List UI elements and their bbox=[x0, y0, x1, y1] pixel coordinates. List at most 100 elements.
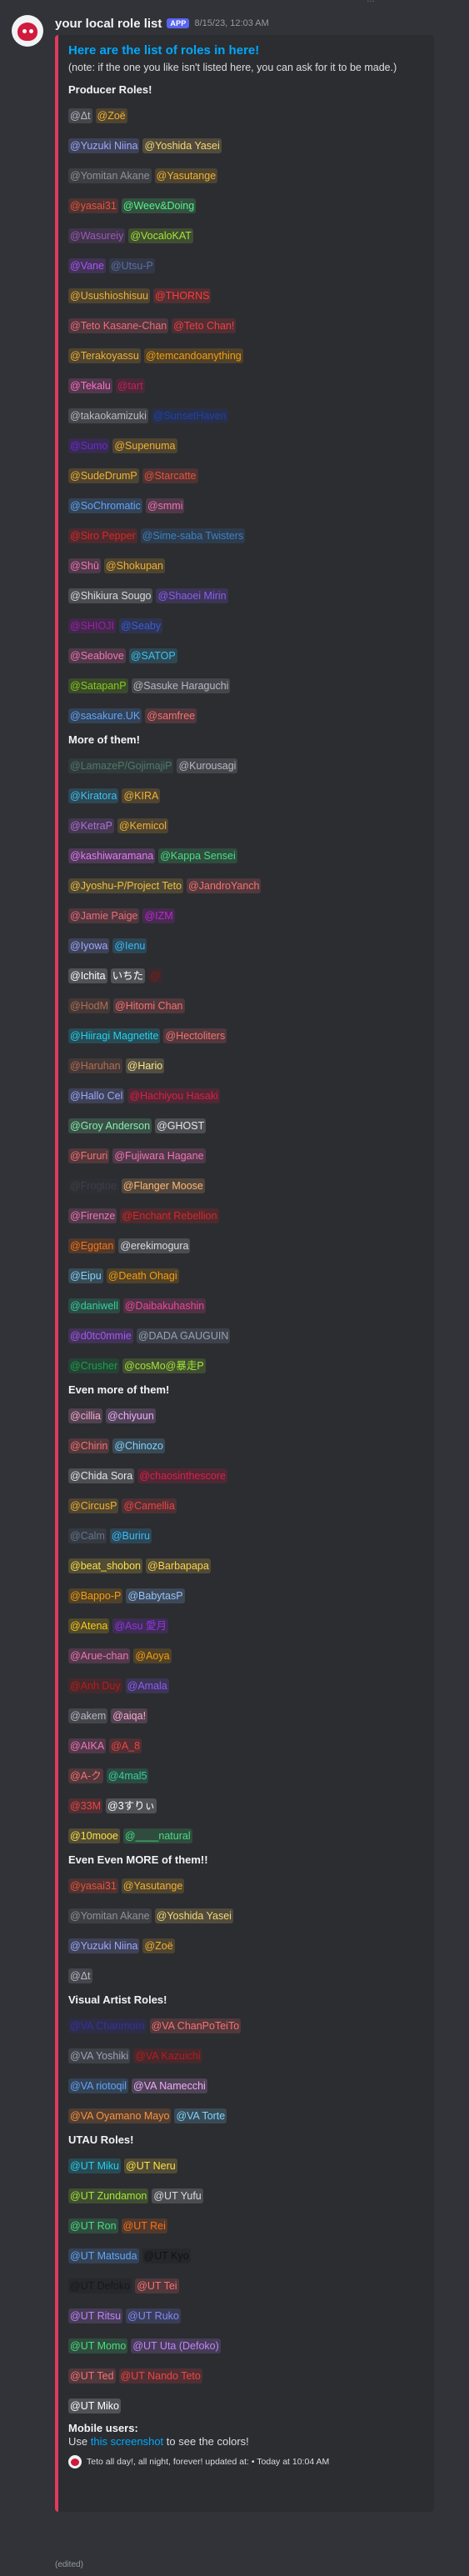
role-mention[interactable]: @Asu 愛月 bbox=[112, 1618, 169, 1633]
role-mention[interactable]: @Teto Chan! bbox=[172, 318, 237, 333]
role-mention[interactable]: @Kappa Sensei bbox=[158, 848, 237, 863]
role-mention[interactable]: @VA Torte bbox=[174, 2108, 227, 2123]
role-mention[interactable]: @Anh Duy bbox=[68, 1678, 122, 1693]
role-mention[interactable]: @cosMo@暴走P bbox=[122, 1358, 206, 1373]
role-mention[interactable]: @HodM bbox=[68, 998, 111, 1013]
username[interactable]: your local role list bbox=[55, 17, 162, 31]
role-mention[interactable]: @Hachiyou Hasaki bbox=[127, 1088, 220, 1103]
role-mention[interactable]: @KIRA bbox=[122, 788, 161, 803]
role-mention[interactable]: @Amala bbox=[125, 1678, 169, 1693]
role-mention[interactable]: @10mooe bbox=[68, 1828, 120, 1843]
screenshot-link[interactable]: this screenshot bbox=[91, 2435, 163, 2448]
role-mention[interactable]: @Hectoliters bbox=[163, 1028, 227, 1043]
role-mention[interactable]: @UT Matsuda bbox=[68, 2248, 139, 2263]
role-mention[interactable]: @Vane bbox=[68, 258, 106, 273]
role-mention[interactable]: @Δt bbox=[68, 1968, 92, 1983]
role-mention[interactable]: @Shū bbox=[68, 558, 101, 573]
role-mention[interactable]: @UT Momo bbox=[68, 2338, 128, 2353]
role-mention[interactable]: @VA Kazuichi bbox=[133, 2048, 202, 2063]
role-mention[interactable]: @Tekalu bbox=[68, 378, 112, 393]
role-mention[interactable]: @UT Ted bbox=[68, 2368, 116, 2383]
role-mention[interactable]: @Hario bbox=[125, 1058, 165, 1073]
role-mention[interactable]: @Yoshida Yasei bbox=[142, 138, 222, 153]
role-mention[interactable]: @UT Ron bbox=[68, 2218, 118, 2233]
role-mention[interactable]: @BabytasP bbox=[126, 1588, 185, 1603]
role-mention[interactable]: @Siro Pepper bbox=[68, 528, 137, 543]
role-mention[interactable]: @SoChromatic bbox=[68, 498, 142, 513]
role-mention[interactable]: @Frogtoe bbox=[68, 1178, 118, 1193]
role-mention[interactable]: @____natural bbox=[122, 1828, 192, 1843]
role-mention[interactable]: @Yoshida Yasei bbox=[154, 1908, 233, 1923]
role-mention[interactable]: @Death Ohagi bbox=[106, 1268, 179, 1283]
role-mention[interactable]: @kashiwaramana bbox=[68, 848, 156, 863]
role-mention[interactable]: @VocaloKAT bbox=[128, 228, 193, 243]
role-mention[interactable]: @Yasutange bbox=[154, 168, 218, 183]
role-mention[interactable]: @Eggtan bbox=[68, 1238, 116, 1253]
role-mention[interactable]: @Enchant Rebellion bbox=[120, 1208, 219, 1223]
role-mention[interactable]: @Yuzuki Niina bbox=[68, 138, 140, 153]
role-mention[interactable]: @Wasureiy bbox=[68, 228, 126, 243]
role-mention[interactable]: @SHIOJI bbox=[68, 618, 116, 633]
role-mention[interactable]: @Usushioshisuu bbox=[68, 288, 150, 303]
role-mention[interactable]: @Ichita bbox=[68, 968, 107, 983]
role-mention[interactable]: @sasakure.UK bbox=[68, 708, 142, 723]
role-mention[interactable]: @Eipu bbox=[68, 1268, 103, 1283]
role-mention[interactable]: @d0tc0mmie bbox=[68, 1328, 133, 1343]
role-mention[interactable]: @VA Namecchi bbox=[132, 2078, 207, 2093]
role-mention[interactable]: @Crusher bbox=[68, 1358, 120, 1373]
role-mention[interactable]: @SunsetHaven bbox=[151, 408, 228, 423]
role-mention[interactable]: @Zoë bbox=[142, 1938, 175, 1953]
role-mention[interactable]: @smmi bbox=[145, 498, 185, 513]
role-mention[interactable]: @Daibakuhashin bbox=[122, 1298, 207, 1313]
role-mention[interactable]: @4mal5 bbox=[106, 1768, 149, 1783]
role-mention[interactable]: @Hitomi Chan bbox=[113, 998, 185, 1013]
message-timestamp[interactable]: 8/15/23, 12:03 AM bbox=[194, 18, 268, 28]
role-mention[interactable]: @Weev&Doing bbox=[121, 198, 197, 213]
role-mention[interactable]: @Teto Kasane-Chan bbox=[68, 318, 169, 333]
role-mention[interactable]: @UT Yufu bbox=[152, 2188, 203, 2203]
embed-title[interactable]: Here are the list of roles in here! bbox=[68, 43, 424, 62]
role-mention[interactable]: @UT Rei bbox=[121, 2218, 167, 2233]
role-mention[interactable]: @Haruhan bbox=[68, 1058, 122, 1073]
role-mention[interactable]: @Iyowa bbox=[68, 938, 110, 953]
role-mention[interactable]: @Jamie Paige bbox=[68, 908, 140, 923]
role-mention[interactable]: @VA riotoqil bbox=[68, 2078, 129, 2093]
role-mention[interactable]: @Δt bbox=[68, 108, 92, 123]
role-mention[interactable]: @Chida Sora bbox=[68, 1468, 135, 1483]
role-mention[interactable]: @Utsu-P bbox=[108, 258, 155, 273]
role-mention[interactable]: @Groy Anderson bbox=[68, 1118, 152, 1133]
role-mention[interactable]: @UT Neru bbox=[124, 2158, 177, 2173]
role-mention[interactable]: @Kurousagi bbox=[177, 758, 238, 773]
role-mention[interactable]: @UT Ritsu bbox=[68, 2308, 123, 2323]
role-mention[interactable]: @Zoë bbox=[95, 108, 127, 123]
role-mention[interactable]: @Terakoyassu bbox=[68, 348, 141, 363]
role-mention[interactable]: @beat_shobon bbox=[68, 1558, 142, 1573]
role-mention[interactable]: いちた bbox=[110, 968, 146, 983]
role-mention[interactable]: @LamazeP/GojimajiP bbox=[68, 758, 174, 773]
role-mention[interactable]: @Kemicol bbox=[117, 818, 169, 833]
role-mention[interactable]: @Firenze bbox=[68, 1208, 117, 1223]
role-mention[interactable]: @Starcatte bbox=[142, 468, 198, 483]
role-mention[interactable]: @Chirin bbox=[68, 1438, 110, 1453]
role-mention[interactable]: @VA Oyamano Mayo bbox=[68, 2108, 172, 2123]
role-mention[interactable]: @UT Defoko bbox=[68, 2278, 132, 2293]
role-mention[interactable]: @chiyuun bbox=[106, 1408, 156, 1423]
role-mention[interactable]: @Shaoei Mirin bbox=[156, 588, 228, 603]
role-mention[interactable]: @aiqa! bbox=[111, 1708, 148, 1723]
role-mention[interactable]: @Buriru bbox=[109, 1528, 152, 1543]
role-mention[interactable]: @SATOP bbox=[128, 648, 177, 663]
role-mention[interactable]: @UT Zundamon bbox=[68, 2188, 149, 2203]
role-mention[interactable]: @THORNS bbox=[152, 288, 212, 303]
role-mention[interactable]: @UT Tei bbox=[135, 2278, 179, 2293]
role-mention[interactable]: @Sasuke Haraguchi bbox=[131, 678, 231, 693]
role-mention[interactable]: @CircusP bbox=[68, 1498, 119, 1513]
role-mention[interactable]: @Shikiura Sougo bbox=[68, 588, 153, 603]
role-mention[interactable]: @Supenuma bbox=[112, 438, 177, 453]
role-mention[interactable]: @Seaby bbox=[118, 618, 163, 633]
role-mention[interactable]: @Fujiwara Hagane bbox=[112, 1148, 206, 1163]
role-mention[interactable]: @Yuzuki Niina bbox=[68, 1938, 140, 1953]
role-mention[interactable]: @GHOST bbox=[155, 1118, 207, 1133]
role-mention[interactable]: @chaosinthescore bbox=[137, 1468, 227, 1483]
role-mention[interactable]: @Hallo Cel bbox=[68, 1088, 125, 1103]
role-mention[interactable]: @ bbox=[148, 968, 162, 983]
